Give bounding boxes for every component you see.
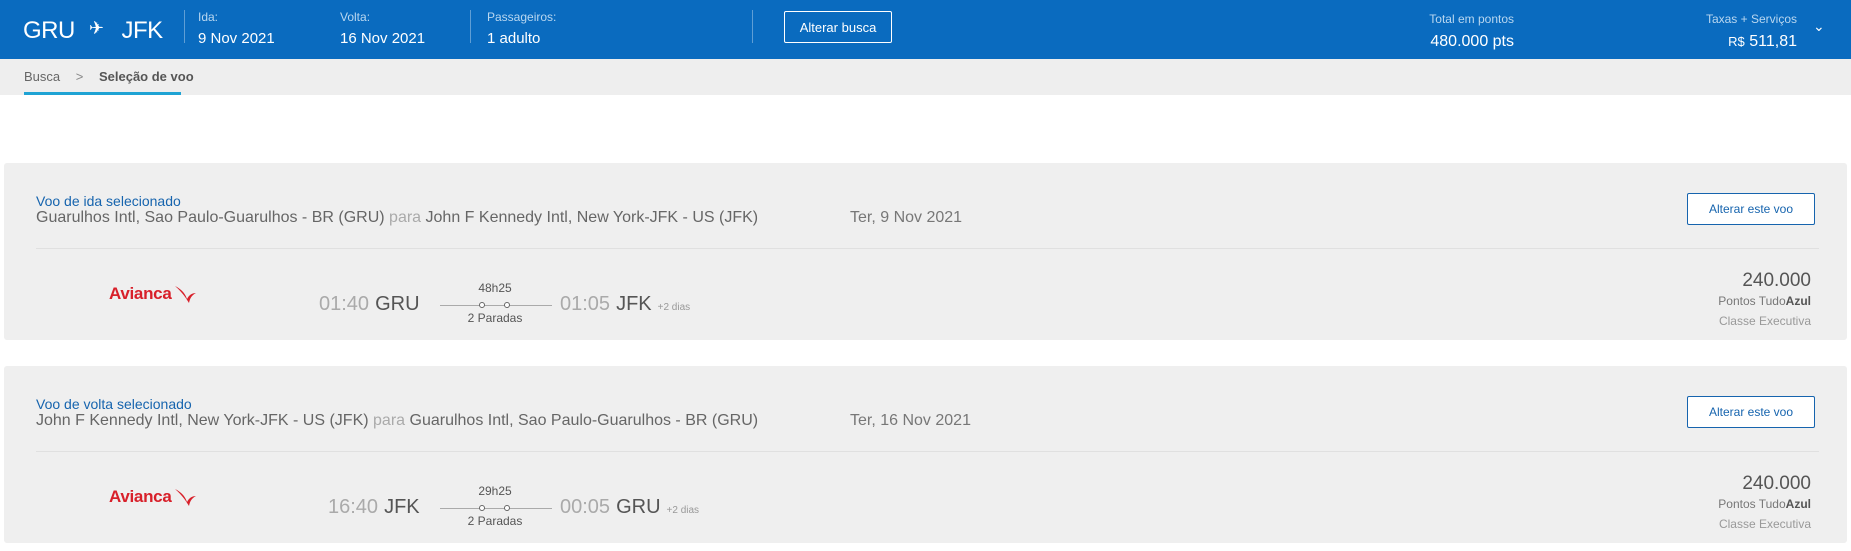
passengers-value: 1 adulto [487, 30, 541, 47]
stop-dot [479, 505, 485, 511]
outbound-date: Ter, 9 Nov 2021 [850, 209, 963, 226]
destination-code: JFK [121, 17, 163, 44]
stop-dot [504, 505, 510, 511]
airline-logo: Avianca [109, 283, 197, 305]
fare-price: 240.000 Pontos TudoAzul Classe Executiva [1718, 473, 1811, 531]
route-from: John F Kennedy Intl, New York-JFK - US (… [36, 412, 369, 429]
program-prefix: Pontos Tudo [1718, 294, 1786, 308]
breadcrumb-bar: Busca > Seleção de voo [0, 59, 1851, 95]
airline-logo: Avianca [109, 486, 197, 508]
taxes-amount: 511,81 [1749, 33, 1797, 50]
stops-line [440, 508, 552, 509]
return-flight-card: Voo de volta selecionado John F Kennedy … [4, 366, 1847, 543]
fare-program: Pontos TudoAzul [1718, 497, 1811, 511]
departure-airport: GRU [375, 293, 420, 315]
breadcrumb-item-flight-selection: Seleção de voo [98, 69, 194, 84]
header-divider [184, 10, 185, 43]
program-prefix: Pontos Tudo [1718, 497, 1786, 511]
origin-code: GRU [23, 17, 75, 44]
total-points-value: 480.000 pts [1430, 33, 1514, 50]
outbound-flight-card: Voo de ida selecionado Guarulhos Intl, S… [4, 163, 1847, 340]
route-para: para [373, 412, 406, 429]
return-date-value: 16 Nov 2021 [340, 30, 426, 47]
breadcrumb-item-search[interactable]: Busca [24, 69, 60, 84]
departure-time: 01:40 [319, 293, 370, 315]
avianca-bird-icon [175, 286, 197, 303]
departure-date-value: 9 Nov 2021 [198, 30, 275, 47]
arrival-time: 01:05 [560, 293, 611, 315]
outbound-selected-label: Voo de ida selecionado [36, 193, 181, 209]
arrival-airport: GRU [616, 496, 661, 518]
cabin-class: Classe Executiva [1718, 517, 1811, 531]
return-date: Ter, 16 Nov 2021 [850, 412, 971, 429]
departure-airport: JFK [384, 496, 420, 518]
return-date-field: Volta: 16 Nov 2021 [340, 10, 425, 47]
stops-line [440, 305, 552, 306]
chevron-down-icon[interactable]: ⌄ [1813, 18, 1825, 35]
fare-price: 240.000 Pontos TudoAzul Classe Executiva [1718, 270, 1811, 328]
arrival: 01:05 JFK +2 dias [560, 293, 690, 316]
change-return-flight-button[interactable]: Alterar este voo [1687, 396, 1815, 428]
departure-date-field: Ida: 9 Nov 2021 [198, 10, 275, 47]
departure: 16:40 JFK [328, 496, 420, 519]
arrival-time: 00:05 [560, 496, 611, 518]
change-outbound-flight-button[interactable]: Alterar este voo [1687, 193, 1815, 225]
taxes-label: Taxas + Serviços [1705, 12, 1797, 26]
header-divider [470, 10, 471, 43]
fare-points: 240.000 [1742, 270, 1811, 291]
route-to: Guarulhos Intl, Sao Paulo-Guarulhos - BR… [409, 412, 759, 429]
passengers-field: Passageiros: 1 adulto [487, 10, 556, 47]
card-divider [36, 451, 1819, 452]
passengers-label: Passageiros: [487, 10, 557, 24]
fare-points: 240.000 [1742, 473, 1811, 494]
plus-days: +2 dias [657, 302, 691, 313]
stop-dot [504, 302, 510, 308]
fare-program: Pontos TudoAzul [1718, 294, 1811, 308]
airplane-icon: ✈ [88, 17, 104, 38]
route-summary: GRU ✈ JFK [23, 17, 163, 45]
flight-duration: 48h25 [478, 281, 512, 295]
program-brand: Azul [1785, 497, 1811, 511]
change-search-button[interactable]: Alterar busca [784, 11, 892, 43]
total-points-label: Total em pontos [1429, 12, 1514, 26]
departure: 01:40 GRU [319, 293, 420, 316]
breadcrumb: Busca > Seleção de voo [24, 69, 194, 84]
stop-dot [479, 302, 485, 308]
card-divider [36, 248, 1819, 249]
return-route: John F Kennedy Intl, New York-JFK - US (… [36, 412, 758, 430]
return-selected-label: Voo de volta selecionado [36, 396, 192, 412]
airline-name: Avianca [109, 284, 172, 303]
stops-count: 2 Paradas [467, 514, 523, 528]
departure-time: 16:40 [328, 496, 379, 518]
breadcrumb-separator: > [75, 69, 84, 84]
route-to: John F Kennedy Intl, New York-JFK - US (… [425, 209, 759, 226]
outbound-route: Guarulhos Intl, Sao Paulo-Guarulhos - BR… [36, 209, 758, 227]
cabin-class: Classe Executiva [1718, 314, 1811, 328]
taxes-total: Taxas + Serviços R$ 511,81 [1706, 12, 1797, 51]
taxes-value: R$ 511,81 [1706, 33, 1797, 51]
top-summary-bar: GRU ✈ JFK Ida: 9 Nov 2021 Volta: 16 Nov … [0, 0, 1851, 59]
route-para: para [389, 209, 422, 226]
departure-date-label: Ida: [198, 10, 219, 24]
plus-days: +2 dias [666, 505, 700, 516]
arrival-airport: JFK [616, 293, 652, 315]
stops-count: 2 Paradas [467, 311, 523, 325]
taxes-currency: R$ [1728, 34, 1745, 49]
breadcrumb-active-underline [24, 92, 181, 95]
flight-duration: 29h25 [478, 484, 512, 498]
avianca-bird-icon [175, 489, 197, 506]
program-brand: Azul [1785, 294, 1811, 308]
header-divider [752, 10, 753, 43]
return-date-label: Volta: [340, 10, 371, 24]
arrival: 00:05 GRU +2 dias [560, 496, 699, 519]
total-points: Total em pontos 480.000 pts [1429, 12, 1514, 51]
route-from: Guarulhos Intl, Sao Paulo-Guarulhos - BR… [36, 209, 385, 226]
airline-name: Avianca [109, 487, 172, 506]
